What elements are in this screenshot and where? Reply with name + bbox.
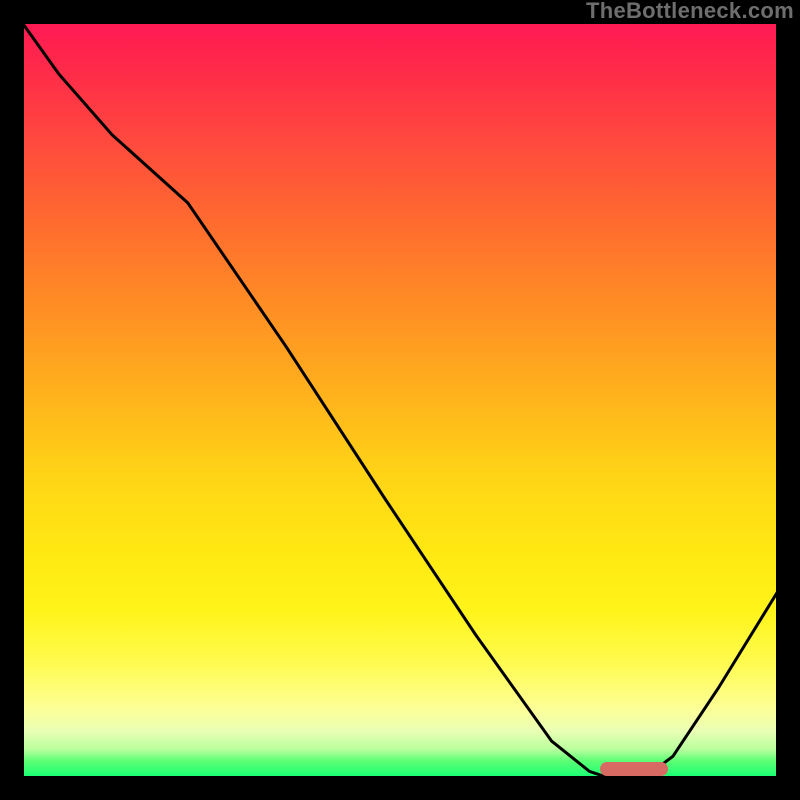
watermark-text: TheBottleneck.com <box>586 0 794 24</box>
chart-frame <box>18 18 782 782</box>
optimal-marker <box>600 762 668 776</box>
gradient-background <box>24 24 776 776</box>
